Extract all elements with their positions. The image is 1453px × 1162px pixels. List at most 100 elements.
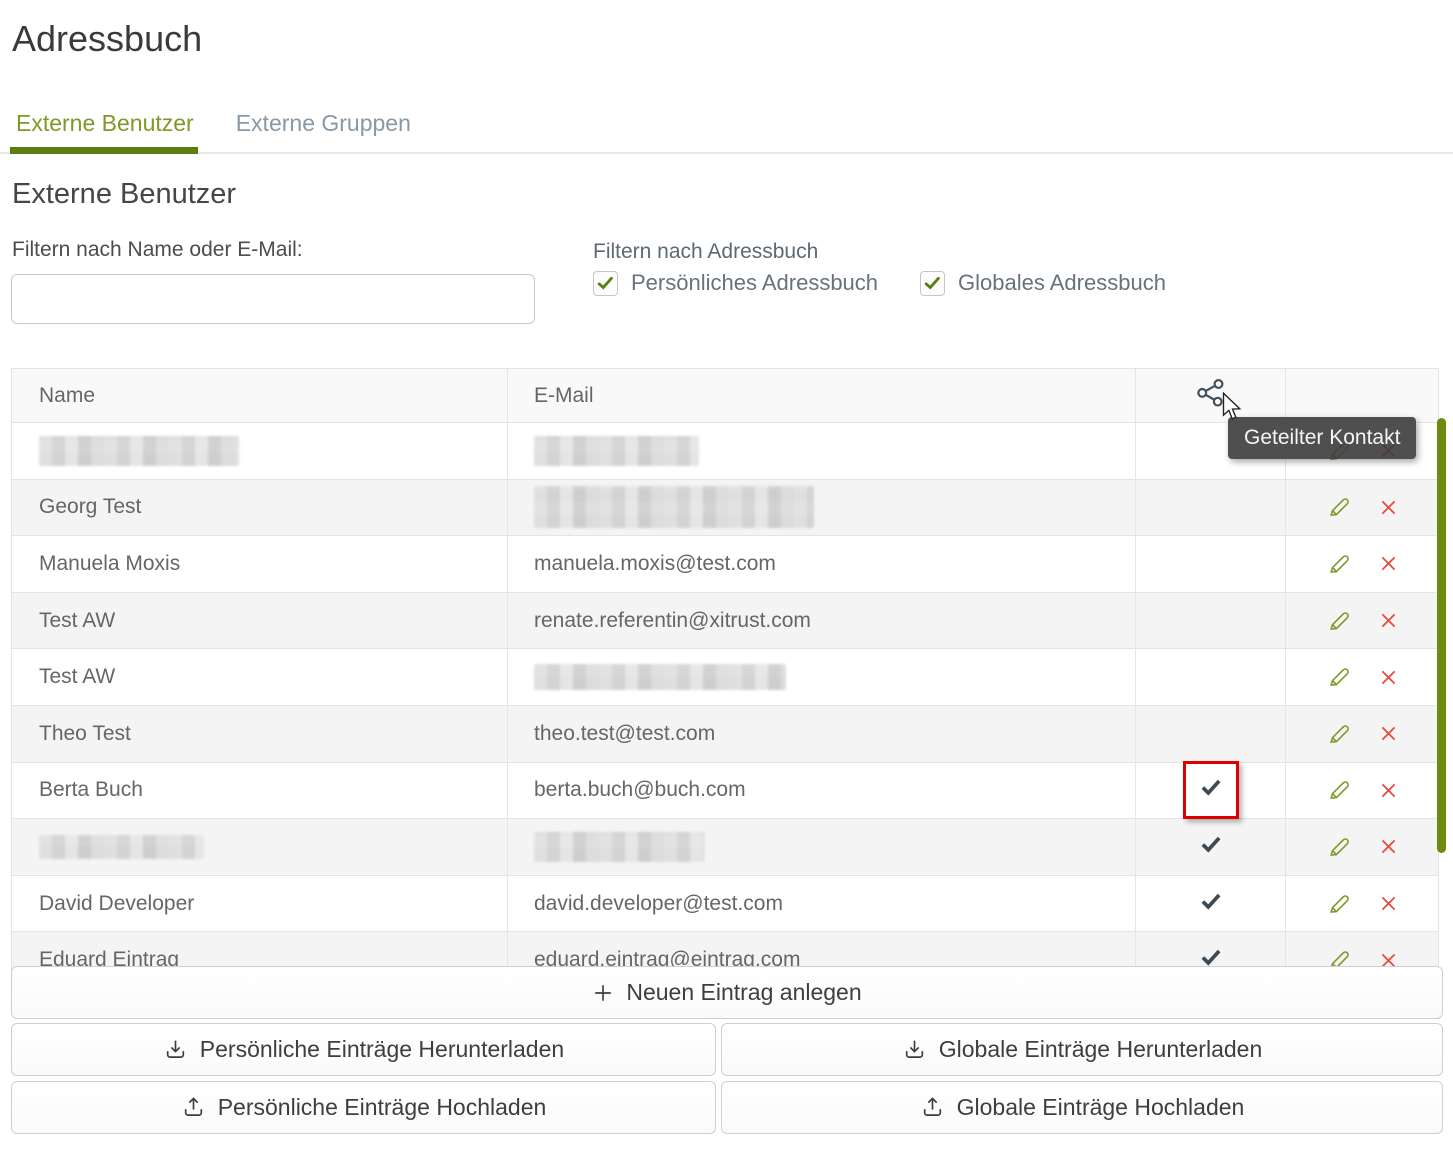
personal-upload-label: Persönliche Einträge Hochladen xyxy=(218,1094,547,1121)
tab-divider-line xyxy=(0,152,1453,154)
cell-shared-contact xyxy=(1136,649,1286,705)
cell-actions xyxy=(1286,763,1438,819)
download-icon xyxy=(163,1037,188,1062)
check-icon xyxy=(1198,831,1224,863)
pencil-icon[interactable] xyxy=(1326,664,1352,690)
table-row: Test AWrenate.referentin@xitrust.com xyxy=(12,593,1438,650)
tab-externe-gruppen[interactable]: Externe Gruppen xyxy=(236,110,411,137)
personal-upload-button[interactable]: Persönliche Einträge Hochladen xyxy=(11,1081,716,1134)
cell-email: theo.test@test.com xyxy=(508,706,1136,762)
table-row: Theo Testtheo.test@test.com xyxy=(12,706,1438,763)
cell-name: Manuela Moxis xyxy=(12,536,508,592)
redacted-email xyxy=(534,486,814,528)
cell-actions xyxy=(1286,480,1438,536)
name-filter-input[interactable] xyxy=(11,274,535,324)
column-header-actions xyxy=(1286,369,1438,422)
x-icon[interactable] xyxy=(1378,667,1399,688)
cell-name: Georg Test xyxy=(12,480,508,536)
checkbox-box[interactable] xyxy=(920,271,945,296)
table-row: Georg Test xyxy=(12,480,1438,537)
new-entry-label: Neuen Eintrag anlegen xyxy=(626,979,861,1006)
page-title: Adressbuch xyxy=(12,18,202,60)
addressbook-checkboxes: Persönliches Adressbuch Globales Adressbu… xyxy=(593,270,1166,296)
personal-download-label: Persönliche Einträge Herunterladen xyxy=(200,1036,564,1063)
vertical-scrollbar[interactable] xyxy=(1437,418,1446,853)
cell-actions xyxy=(1286,536,1438,592)
cell-shared-contact xyxy=(1136,706,1286,762)
cell-actions xyxy=(1286,649,1438,705)
upload-icon xyxy=(181,1095,206,1120)
name-filter-label: Filtern nach Name oder E-Mail: xyxy=(12,238,303,262)
tab-externe-benutzer[interactable]: Externe Benutzer xyxy=(16,110,194,137)
cell-email xyxy=(508,649,1136,705)
cell-name xyxy=(12,423,508,479)
column-header-name: Name xyxy=(12,369,508,422)
cell-email xyxy=(508,480,1136,536)
global-upload-button[interactable]: Globale Einträge Hochladen xyxy=(721,1081,1443,1134)
redacted-email xyxy=(534,664,786,690)
cell-actions xyxy=(1286,876,1438,932)
cell-shared-contact xyxy=(1136,819,1286,875)
cell-shared-contact xyxy=(1136,593,1286,649)
cell-actions xyxy=(1286,819,1438,875)
external-users-table: Name E-Mail Georg TestManuela Moxismanue… xyxy=(11,368,1439,990)
highlight-box xyxy=(1183,761,1239,819)
x-icon[interactable] xyxy=(1378,497,1399,518)
cell-actions xyxy=(1286,593,1438,649)
download-icon xyxy=(902,1037,927,1062)
plus-icon xyxy=(592,982,614,1004)
x-icon[interactable] xyxy=(1378,893,1399,914)
section-heading: Externe Benutzer xyxy=(12,178,236,211)
cell-actions xyxy=(1286,706,1438,762)
x-icon[interactable] xyxy=(1378,723,1399,744)
table-row xyxy=(12,819,1438,876)
checkbox-label: Persönliches Adressbuch xyxy=(631,270,878,296)
pencil-icon[interactable] xyxy=(1326,608,1352,634)
column-header-email: E-Mail xyxy=(508,369,1136,422)
active-tab-underline xyxy=(10,147,198,154)
cell-shared-contact xyxy=(1136,536,1286,592)
cell-email: berta.buch@buch.com xyxy=(508,763,1136,819)
global-download-button[interactable]: Globale Einträge Herunterladen xyxy=(721,1023,1443,1076)
pencil-icon[interactable] xyxy=(1326,494,1352,520)
checkbox-pers-nliches-adressbuch[interactable]: Persönliches Adressbuch xyxy=(593,270,878,296)
cell-name xyxy=(12,819,508,875)
x-icon[interactable] xyxy=(1378,780,1399,801)
redacted-name xyxy=(39,835,204,859)
cell-name: Test AW xyxy=(12,649,508,705)
checkbox-box[interactable] xyxy=(593,271,618,296)
cursor-icon xyxy=(1218,392,1244,427)
pencil-icon[interactable] xyxy=(1326,777,1352,803)
x-icon[interactable] xyxy=(1378,836,1399,857)
redacted-email xyxy=(534,832,704,862)
table-row: David Developerdavid.developer@test.com xyxy=(12,876,1438,933)
cell-name: Test AW xyxy=(12,593,508,649)
new-entry-button[interactable]: Neuen Eintrag anlegen xyxy=(11,966,1443,1019)
column-header-shared xyxy=(1136,369,1286,422)
pencil-icon[interactable] xyxy=(1326,834,1352,860)
pencil-icon[interactable] xyxy=(1326,551,1352,577)
cell-name: David Developer xyxy=(12,876,508,932)
cell-email xyxy=(508,423,1136,479)
x-icon[interactable] xyxy=(1378,610,1399,631)
table-row: Manuela Moxismanuela.moxis@test.com xyxy=(12,536,1438,593)
personal-download-button[interactable]: Persönliche Einträge Herunterladen xyxy=(11,1023,716,1076)
cell-shared-contact xyxy=(1136,763,1286,819)
check-icon xyxy=(1198,888,1224,920)
pencil-icon[interactable] xyxy=(1326,891,1352,917)
addressbook-filter-label: Filtern nach Adressbuch xyxy=(593,240,818,264)
cell-name: Theo Test xyxy=(12,706,508,762)
pencil-icon[interactable] xyxy=(1326,721,1352,747)
table-body: Georg TestManuela Moxismanuela.moxis@tes… xyxy=(12,423,1438,989)
tab-bar: Externe Benutzer Externe Gruppen xyxy=(16,110,411,137)
x-icon[interactable] xyxy=(1378,553,1399,574)
global-download-label: Globale Einträge Herunterladen xyxy=(939,1036,1262,1063)
cell-shared-contact xyxy=(1136,480,1286,536)
table-row: Berta Buchberta.buch@buch.com xyxy=(12,763,1438,820)
redacted-email xyxy=(534,436,699,466)
cell-email: renate.referentin@xitrust.com xyxy=(508,593,1136,649)
checkbox-globales-adressbuch[interactable]: Globales Adressbuch xyxy=(920,270,1166,296)
cell-email xyxy=(508,819,1136,875)
cell-name: Berta Buch xyxy=(12,763,508,819)
redacted-name xyxy=(39,436,239,466)
